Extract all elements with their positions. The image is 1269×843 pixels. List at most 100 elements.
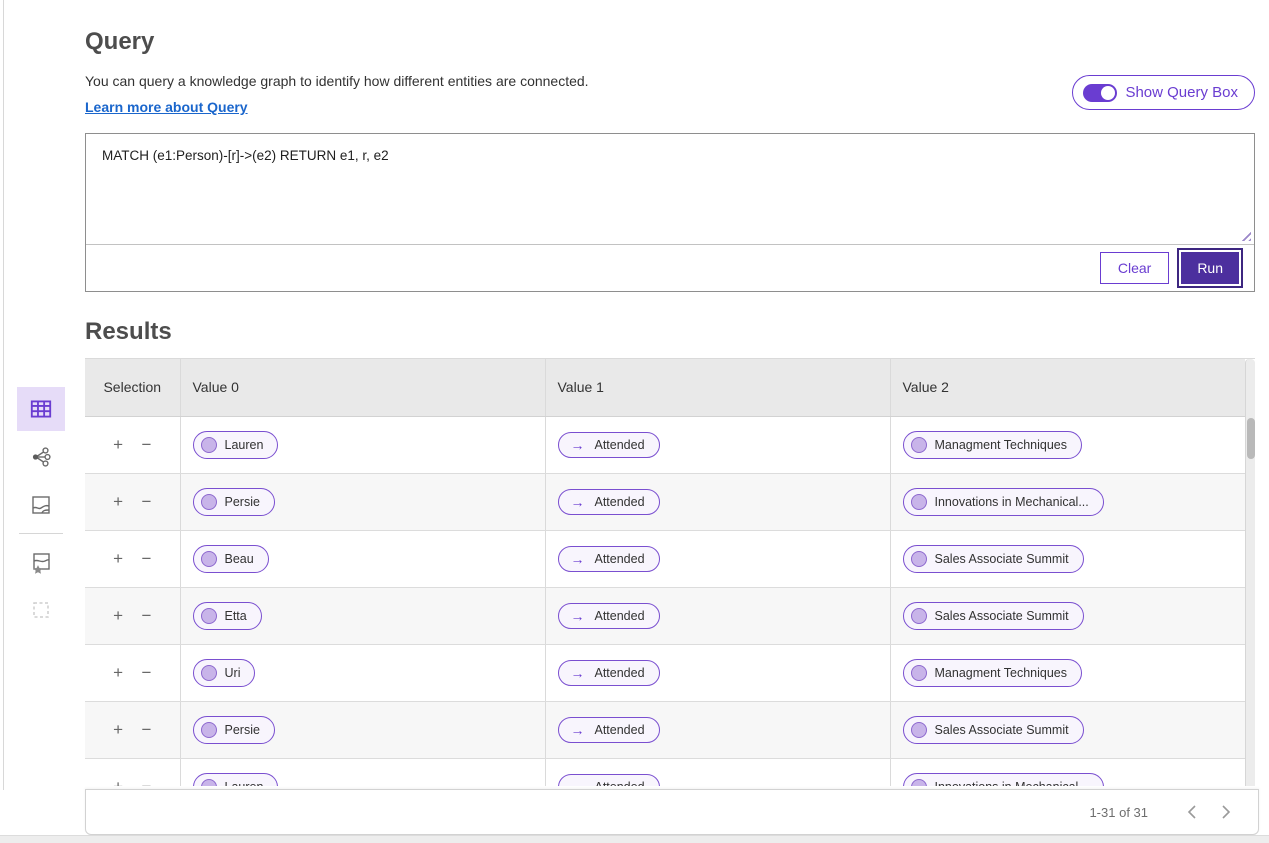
remove-from-selection-button[interactable]: − (134, 605, 158, 626)
value0-cell: Uri (179, 644, 545, 702)
entity-node-icon (200, 721, 217, 738)
relationship-arrow-icon: → (570, 493, 585, 510)
page-title: Query (85, 28, 155, 55)
relationship-label: Attended (594, 494, 645, 509)
relationship-arrow-icon: → (570, 550, 585, 567)
table-view-icon (28, 396, 54, 422)
selection-cell: + − (85, 587, 180, 645)
results-table: Selection Value 0 Value 1 Value 2 + − La… (85, 359, 1245, 786)
pagination-range-label: 1-31 of 31 (1089, 804, 1148, 820)
selection-cell: + − (85, 530, 180, 588)
entity-chip[interactable]: Beau (192, 544, 269, 573)
table-header-row: Selection Value 0 Value 1 Value 2 (85, 359, 1245, 417)
value0-cell: Persie (179, 701, 545, 759)
relationship-chip[interactable]: → Attended (557, 431, 660, 458)
add-to-selection-button[interactable]: + (106, 548, 130, 569)
table-scrollbar-thumb[interactable] (1247, 418, 1255, 459)
value2-cell: Managment Techniques (889, 644, 1245, 702)
entity-chip[interactable]: Sales Associate Summit (902, 544, 1084, 573)
relationship-chip[interactable]: → Attended (557, 773, 660, 787)
value1-cell: → Attended (544, 530, 890, 588)
relationship-arrow-icon: → (570, 664, 585, 681)
relationship-chip[interactable]: → Attended (557, 488, 660, 515)
entity-node-icon (200, 664, 217, 681)
relationship-label: Attended (594, 437, 645, 452)
entity-label: Lauren (225, 780, 264, 787)
relationship-chip[interactable]: → Attended (557, 716, 660, 743)
map-view-icon (29, 493, 53, 517)
entity-chip[interactable]: Lauren (192, 772, 279, 787)
relationship-label: Attended (594, 665, 645, 680)
show-query-box-toggle[interactable]: Show Query Box (1072, 75, 1255, 110)
entity-chip[interactable]: Persie (192, 487, 275, 516)
entity-chip[interactable]: Innovations in Mechanical... (902, 772, 1104, 786)
entity-chip[interactable]: Managment Techniques (902, 658, 1082, 687)
relationship-chip[interactable]: → Attended (557, 545, 660, 572)
learn-more-link[interactable]: Learn more about Query (85, 99, 248, 115)
selection-cell: + − (85, 644, 180, 702)
add-to-selection-button[interactable]: + (106, 491, 130, 512)
selection-frame-button (17, 588, 65, 632)
add-to-selection-button[interactable]: + (106, 662, 130, 683)
relationship-label: Attended (594, 551, 645, 566)
new-map-button[interactable] (17, 540, 65, 584)
run-button[interactable]: Run (1179, 250, 1241, 286)
relationship-arrow-icon: → (570, 607, 585, 624)
next-page-button[interactable] (1212, 798, 1240, 826)
entity-node-icon (200, 778, 217, 786)
table-row: + − Etta → Attended Sales Associate Summ… (85, 587, 1245, 645)
remove-from-selection-button[interactable]: − (134, 662, 158, 683)
value1-cell: → Attended (544, 758, 890, 787)
remove-from-selection-button[interactable]: − (134, 719, 158, 740)
entity-node-icon (910, 721, 927, 738)
entity-chip[interactable]: Lauren (192, 430, 279, 459)
map-view-button[interactable] (17, 483, 65, 527)
entity-chip[interactable]: Sales Associate Summit (902, 715, 1084, 744)
relationship-chip[interactable]: → Attended (557, 659, 660, 686)
entity-chip[interactable]: Uri (192, 658, 256, 687)
add-to-selection-button[interactable]: + (106, 719, 130, 740)
relationship-label: Attended (595, 780, 645, 787)
results-title: Results (85, 318, 172, 345)
link-chart-view-icon (29, 445, 53, 469)
entity-node-icon (910, 436, 927, 453)
value2-cell: Innovations in Mechanical... (889, 758, 1245, 786)
entity-label: Persie (224, 722, 260, 737)
entity-label: Managment Techniques (934, 437, 1068, 452)
link-chart-view-button[interactable] (17, 435, 65, 479)
chevron-left-icon (1187, 805, 1196, 819)
add-to-selection-button[interactable]: + (106, 776, 130, 786)
query-input[interactable]: MATCH (e1:Person)-[r]->(e2) RETURN e1, r… (86, 134, 1254, 244)
add-to-selection-button[interactable]: + (106, 605, 130, 626)
value0-cell: Persie (179, 473, 545, 531)
entity-label: Lauren (224, 437, 264, 452)
remove-from-selection-button[interactable]: − (134, 548, 158, 569)
value1-cell: → Attended (544, 644, 890, 702)
value0-cell: Etta (179, 587, 545, 645)
entity-node-icon (200, 493, 217, 510)
chevron-right-icon (1222, 805, 1231, 819)
remove-from-selection-button[interactable]: − (134, 491, 158, 512)
entity-label: Sales Associate Summit (934, 551, 1069, 566)
entity-chip[interactable]: Persie (192, 715, 275, 744)
column-header-value1: Value 1 (544, 359, 890, 417)
previous-page-button[interactable] (1178, 798, 1206, 826)
add-to-selection-button[interactable]: + (106, 434, 130, 455)
entity-chip[interactable]: Managment Techniques (902, 430, 1082, 459)
value0-cell: Lauren (179, 758, 545, 787)
value1-cell: → Attended (544, 473, 890, 531)
relationship-chip[interactable]: → Attended (557, 602, 660, 629)
entity-chip[interactable]: Etta (192, 601, 262, 630)
entity-chip[interactable]: Sales Associate Summit (902, 601, 1084, 630)
clear-button[interactable]: Clear (1099, 252, 1170, 284)
query-panel: MATCH (e1:Person)-[r]->(e2) RETURN e1, r… (85, 133, 1255, 292)
selection-cell: + − (85, 758, 180, 786)
remove-from-selection-button[interactable]: − (134, 434, 158, 455)
entity-chip[interactable]: Innovations in Mechanical... (902, 487, 1104, 516)
table-row: + − Lauren → Attended (85, 758, 1245, 786)
table-view-button[interactable] (17, 387, 65, 431)
entity-node-icon (200, 436, 217, 453)
entity-label: Sales Associate Summit (934, 608, 1069, 623)
remove-from-selection-button[interactable]: − (134, 776, 158, 786)
main-content: Query You can query a knowledge graph to… (85, 0, 1259, 843)
